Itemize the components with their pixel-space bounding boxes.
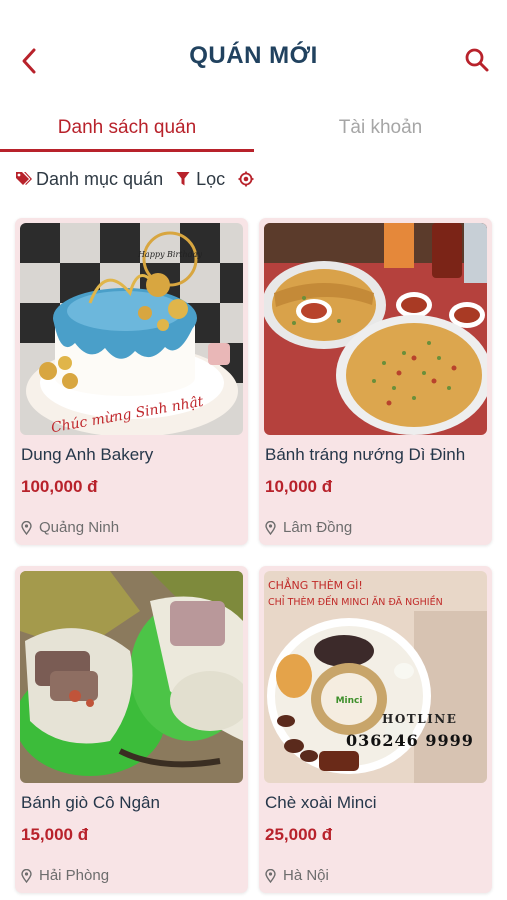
page-title: QUÁN MỚI	[189, 42, 318, 69]
shop-location: Lâm Đồng	[265, 519, 352, 536]
shop-grid: Happy Birthday Chúc mừng Sinh nhật Dung …	[0, 218, 507, 898]
shop-card[interactable]: Bánh giò Cô Ngân 15,000 đ Hải Phòng	[15, 566, 248, 893]
map-pin-icon	[21, 520, 32, 535]
shop-card[interactable]: Bánh tráng nướng Dì Đinh 10,000 đ Lâm Đồ…	[259, 218, 492, 545]
shop-location: Hà Nội	[265, 867, 329, 884]
filter-bar: Danh mục quán Lọc	[0, 164, 507, 194]
map-pin-icon	[265, 868, 276, 883]
shop-name: Chè xoài Minci	[265, 793, 377, 812]
shop-photo-cake: Happy Birthday Chúc mừng Sinh nhật	[20, 223, 243, 435]
location-target-icon	[238, 171, 254, 187]
shop-price: 100,000 đ	[21, 477, 98, 496]
shop-location-label: Hải Phòng	[39, 867, 110, 884]
minci-line1-text: CHẲNG THÈM GÌ!	[268, 577, 363, 592]
shop-location-label: Lâm Đồng	[283, 519, 353, 536]
tab-bar: Danh sách quán Tài khoản	[0, 105, 507, 153]
map-pin-icon	[265, 520, 276, 535]
category-filter-button[interactable]: Danh mục quán	[15, 169, 163, 190]
minci-phone-text: 036246 9999	[346, 731, 474, 750]
shop-price: 10,000 đ	[265, 477, 333, 496]
minci-logo-text: Minci	[336, 696, 363, 706]
shop-location-label: Hà Nội	[283, 867, 329, 884]
shop-name: Bánh tráng nướng Dì Đinh	[265, 445, 466, 464]
tags-icon	[16, 172, 32, 185]
shop-name: Dung Anh Bakery	[21, 445, 154, 464]
active-tab-indicator	[0, 149, 254, 152]
shop-photo-banh-gio	[20, 571, 243, 783]
category-filter-label: Danh mục quán	[36, 168, 164, 189]
minci-line2-text: CHỈ THÈM ĐẾN MINCI ĂN ĐÃ NGHIỀN	[268, 595, 443, 608]
shop-name: Bánh giò Cô Ngân	[21, 793, 160, 812]
shop-photo-che-xoai: CHẲNG THÈM GÌ! CHỈ THÈM ĐẾN MINCI ĂN ĐÃ …	[264, 571, 487, 783]
map-pin-icon	[21, 868, 32, 883]
tab-shop-list[interactable]: Danh sách quán	[0, 105, 254, 151]
cake-topper-text: Happy Birthday	[137, 250, 203, 259]
shop-card[interactable]: Happy Birthday Chúc mừng Sinh nhật Dung …	[15, 218, 248, 545]
search-button[interactable]	[461, 44, 493, 76]
shop-price: 15,000 đ	[21, 825, 89, 844]
shop-price: 25,000 đ	[265, 825, 333, 844]
shop-location: Quảng Ninh	[21, 519, 119, 536]
shop-photo-rice-paper	[264, 223, 487, 435]
filter-button[interactable]: Lọc	[176, 169, 225, 190]
location-filter-button[interactable]	[238, 171, 254, 187]
minci-hotline-text: HOTLINE	[382, 712, 457, 726]
funnel-icon	[176, 172, 190, 186]
shop-card[interactable]: CHẲNG THÈM GÌ! CHỈ THÈM ĐẾN MINCI ĂN ĐÃ …	[259, 566, 492, 893]
top-bar: QUÁN MỚI	[0, 0, 507, 110]
shop-location-label: Quảng Ninh	[39, 519, 120, 536]
shop-location: Hải Phòng	[21, 867, 109, 884]
search-icon	[465, 48, 489, 72]
tab-account[interactable]: Tài khoản	[254, 105, 507, 151]
filter-label: Lọc	[196, 168, 226, 189]
